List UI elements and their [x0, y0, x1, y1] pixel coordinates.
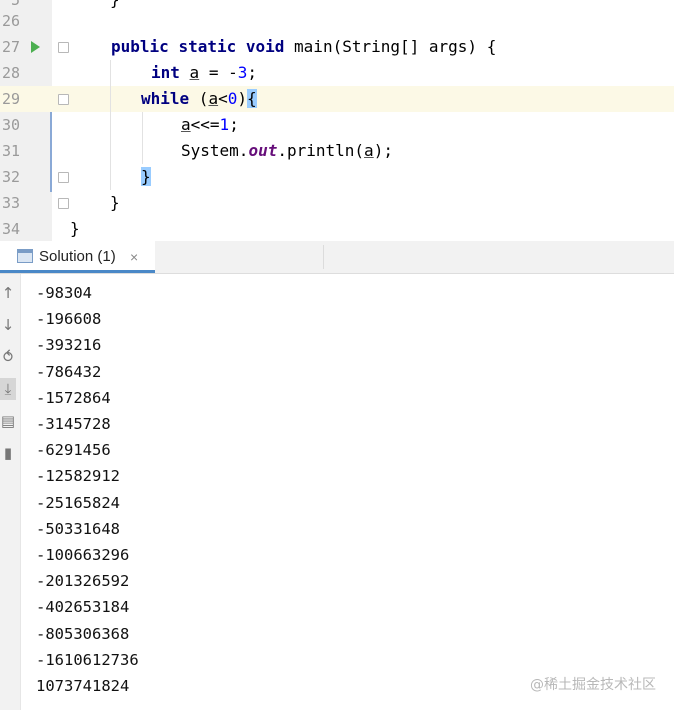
watermark: @稀土掘金技术社区	[530, 677, 656, 693]
tab-label: Solution (1)	[39, 248, 116, 265]
output-line: -3145728	[36, 415, 111, 434]
line-number: 26	[1, 12, 20, 30]
down-arrow-icon[interactable]: ↓	[0, 314, 16, 336]
tab-active-indicator	[0, 270, 155, 273]
tab-solution[interactable]: Solution (1) ×	[0, 241, 155, 273]
code-line-32: 32 }	[0, 164, 674, 190]
code-line-27: 27 public static void main(String[] args…	[0, 34, 674, 60]
print-icon[interactable]: ▤	[0, 410, 16, 432]
code-text: int a = -3;	[151, 63, 257, 82]
indent-guide	[142, 112, 143, 164]
trash-icon[interactable]: ▮	[0, 442, 16, 464]
code-line-30: 30 a<<=1;	[0, 112, 674, 138]
code-line-34: 34 }	[0, 216, 674, 241]
soft-wrap-icon[interactable]: ⥀	[0, 346, 16, 368]
output-line: -1572864	[36, 388, 111, 407]
code-text: a<<=1;	[181, 115, 239, 134]
close-icon[interactable]: ×	[130, 241, 138, 273]
run-tool-window-header: Solution (1) ×	[0, 241, 674, 274]
line-number: 30	[1, 116, 20, 134]
indent-guide	[110, 60, 111, 190]
output-line: -786432	[36, 362, 102, 381]
output-line: -196608	[36, 310, 102, 329]
output-line: -50331648	[36, 519, 120, 538]
line-number: 34	[1, 220, 20, 238]
fold-marker-icon[interactable]	[58, 94, 69, 105]
code-line-31: 31 System.out.println(a);	[0, 138, 674, 164]
output-line: -6291456	[36, 441, 111, 460]
console-output[interactable]: -98304 -196608 -393216 -786432 -1572864 …	[36, 280, 139, 699]
fold-marker-icon[interactable]	[58, 172, 69, 183]
output-line: 1073741824	[36, 677, 130, 696]
code-text: System.out.println(a);	[181, 141, 393, 160]
line-number: 31	[1, 142, 20, 160]
line-number: 28	[1, 64, 20, 82]
output-line: -100663296	[36, 546, 130, 565]
code-editor[interactable]: 5 } 26 27 public static void main(String…	[0, 0, 674, 241]
run-toolbar: ↑ ↓ ⥀ ⤓ ▤ ▮	[0, 274, 21, 710]
run-gutter-icon[interactable]	[31, 41, 40, 53]
console-icon	[17, 249, 33, 263]
fold-marker-icon[interactable]	[58, 198, 69, 209]
up-arrow-icon[interactable]: ↑	[0, 282, 16, 304]
line-number: 33	[1, 194, 20, 212]
code-text: }	[110, 193, 120, 212]
code-text: while (a<0){	[141, 89, 257, 108]
code-line-26: 26	[0, 8, 674, 34]
fold-marker-icon[interactable]	[58, 42, 69, 53]
output-line: -402653184	[36, 598, 130, 617]
output-line: -201326592	[36, 572, 130, 591]
output-line: -1610612736	[36, 650, 139, 669]
header-divider	[323, 245, 324, 269]
output-line: -393216	[36, 336, 102, 355]
code-line-33: 33 }	[0, 190, 674, 216]
code-text: public static void main(String[] args) {	[111, 37, 497, 56]
output-line: -98304	[36, 284, 92, 302]
code-text: }	[141, 167, 151, 186]
line-number: 27	[1, 38, 20, 56]
line-number: 29	[1, 90, 20, 108]
code-text: }	[70, 219, 80, 238]
code-line-29: 29 while (a<0){	[0, 86, 674, 112]
output-line: -12582912	[36, 467, 120, 486]
code-line-28: 28 int a = -3;	[0, 60, 674, 86]
scroll-to-end-icon[interactable]: ⤓	[0, 378, 16, 400]
output-line: -805306368	[36, 624, 130, 643]
line-number: 32	[1, 168, 20, 186]
output-line: -25165824	[36, 493, 120, 512]
